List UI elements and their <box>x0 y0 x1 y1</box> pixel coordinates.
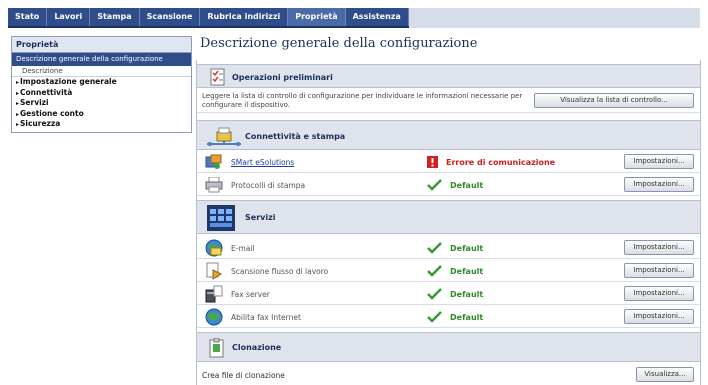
view-clone-button[interactable]: Visualizza... <box>636 367 694 382</box>
row-label: E-mail <box>231 244 255 253</box>
sidebar-item-label: Connettività <box>20 87 73 97</box>
list-item-protocolli-stampa: Protocolli di stampa Default Impostazion… <box>197 174 700 196</box>
expand-arrow-icon: ▸ <box>16 89 20 97</box>
expand-arrow-icon: ▸ <box>16 121 20 128</box>
prelim-row: Leggere la lista di controllo di configu… <box>197 89 700 113</box>
sidebar-item-gestione-conto[interactable]: ▸Gestione conto <box>12 109 191 120</box>
status-text: Default <box>450 312 484 322</box>
status-text: Default <box>450 289 484 299</box>
settings-button-scansione-flusso[interactable]: Impostazioni... <box>624 263 694 278</box>
sidebar-item-label: Gestione conto <box>20 108 84 118</box>
section-title: Clonazione <box>232 343 282 352</box>
configuration-panel: Operazioni preliminari Leggere la lista … <box>196 60 701 385</box>
sidebar-header: Proprietà <box>12 37 191 53</box>
list-item-fax-internet: Abilita fax Internet Default Impostazion… <box>197 306 700 328</box>
status-text: Default <box>450 243 484 253</box>
checkmark-icon <box>427 179 442 191</box>
row-label: Protocolli di stampa <box>231 181 306 190</box>
error-icon <box>427 156 438 168</box>
section-servizi: Servizi <box>197 200 700 234</box>
status-text: Default <box>450 266 484 276</box>
page-title: Descrizione generale della configurazion… <box>200 36 478 51</box>
email-globe-icon <box>205 239 223 257</box>
list-item-smart-esolutions: SMart eSolutions Errore di comunicazione… <box>197 151 700 173</box>
tab-stato[interactable]: Stato <box>8 8 48 26</box>
sidebar-item-sicurezza[interactable]: ▸Sicurezza <box>12 119 191 132</box>
section-title: Servizi <box>245 213 276 222</box>
checklist-icon <box>210 68 225 86</box>
section-title: Operazioni preliminari <box>232 73 333 82</box>
status-text: Errore di comunicazione <box>446 157 556 167</box>
list-item-crea-clonazione: Crea file di clonazione Visualizza... <box>197 364 700 385</box>
row-label: Crea file di clonazione <box>202 371 285 380</box>
tab-assistenza[interactable]: Assistenza <box>346 8 409 26</box>
checkmark-icon <box>427 288 442 300</box>
list-item-fax-server: Fax server Default Impostazioni... <box>197 283 700 305</box>
settings-button-smart-esolutions[interactable]: Impostazioni... <box>624 154 694 169</box>
section-clonazione: Clonazione <box>197 332 700 362</box>
sidebar-item-servizi[interactable]: ▸Servizi <box>12 98 191 109</box>
sidebar-item-descrizione[interactable]: Descrizione <box>12 66 191 77</box>
list-item-scansione-flusso: Scansione flusso di lavoro Default Impos… <box>197 260 700 282</box>
internet-fax-globe-icon <box>205 308 223 326</box>
clone-document-icon <box>209 338 224 358</box>
section-title: Connettività e stampa <box>245 132 346 141</box>
row-label: Scansione flusso di lavoro <box>231 267 329 276</box>
prelim-description: Leggere la lista di controllo di configu… <box>202 92 523 109</box>
status-badge: Default <box>427 179 483 191</box>
list-item-email: E-mail Default Impostazioni... <box>197 237 700 259</box>
expand-arrow-icon: ▸ <box>16 79 20 86</box>
checkmark-icon <box>427 265 442 277</box>
sidebar-item-label: Impostazione generale <box>20 77 117 86</box>
services-grid-icon <box>207 205 235 231</box>
checkmark-icon <box>427 242 442 254</box>
tab-rubrica-indirizzi[interactable]: Rubrica indirizzi <box>200 8 289 26</box>
sidebar-item-label: Sicurezza <box>20 119 61 128</box>
status-badge: Default <box>427 242 483 254</box>
settings-button-fax-server[interactable]: Impostazioni... <box>624 286 694 301</box>
expand-arrow-icon: ▸ <box>16 110 20 118</box>
sidebar-item-impostazione-generale[interactable]: ▸Impostazione generale <box>12 77 191 88</box>
scan-workflow-icon <box>206 262 223 280</box>
top-nav-tabs: Stato Lavori Stampa Scansione Rubrica in… <box>8 8 409 28</box>
fax-server-icon <box>205 285 223 303</box>
sidebar-item-label: Servizi <box>20 98 49 107</box>
checkmark-icon <box>427 311 442 323</box>
tab-lavori[interactable]: Lavori <box>47 8 91 26</box>
status-badge: Default <box>427 311 483 323</box>
tab-stampa[interactable]: Stampa <box>90 8 140 26</box>
settings-button-protocolli-stampa[interactable]: Impostazioni... <box>624 177 694 192</box>
settings-button-fax-internet[interactable]: Impostazioni... <box>624 309 694 324</box>
sidebar: Proprietà Descrizione generale della con… <box>11 36 192 133</box>
expand-arrow-icon: ▸ <box>16 100 20 107</box>
status-badge: Default <box>427 265 483 277</box>
view-checklist-button[interactable]: Visualizza la lista di controllo... <box>534 93 694 108</box>
sidebar-item-connettivita[interactable]: ▸Connettività <box>12 88 191 99</box>
section-connettivita-stampa: Connettività e stampa <box>197 120 700 150</box>
tab-scansione[interactable]: Scansione <box>140 8 201 26</box>
status-badge: Default <box>427 288 483 300</box>
sidebar-item-descrizione-generale[interactable]: Descrizione generale della configurazion… <box>12 53 191 66</box>
status-badge: Errore di comunicazione <box>427 156 555 168</box>
settings-button-email[interactable]: Impostazioni... <box>624 240 694 255</box>
smart-esolutions-link[interactable]: SMart eSolutions <box>231 158 294 167</box>
tab-proprieta[interactable]: Proprietà <box>288 8 346 26</box>
network-printing-icon <box>207 127 241 146</box>
printer-icon <box>205 177 223 193</box>
row-label: Abilita fax Internet <box>231 313 301 322</box>
smart-esolutions-icon <box>205 154 222 169</box>
section-operazioni-preliminari: Operazioni preliminari <box>197 64 700 88</box>
status-text: Default <box>450 180 484 190</box>
row-label: Fax server <box>231 290 270 299</box>
